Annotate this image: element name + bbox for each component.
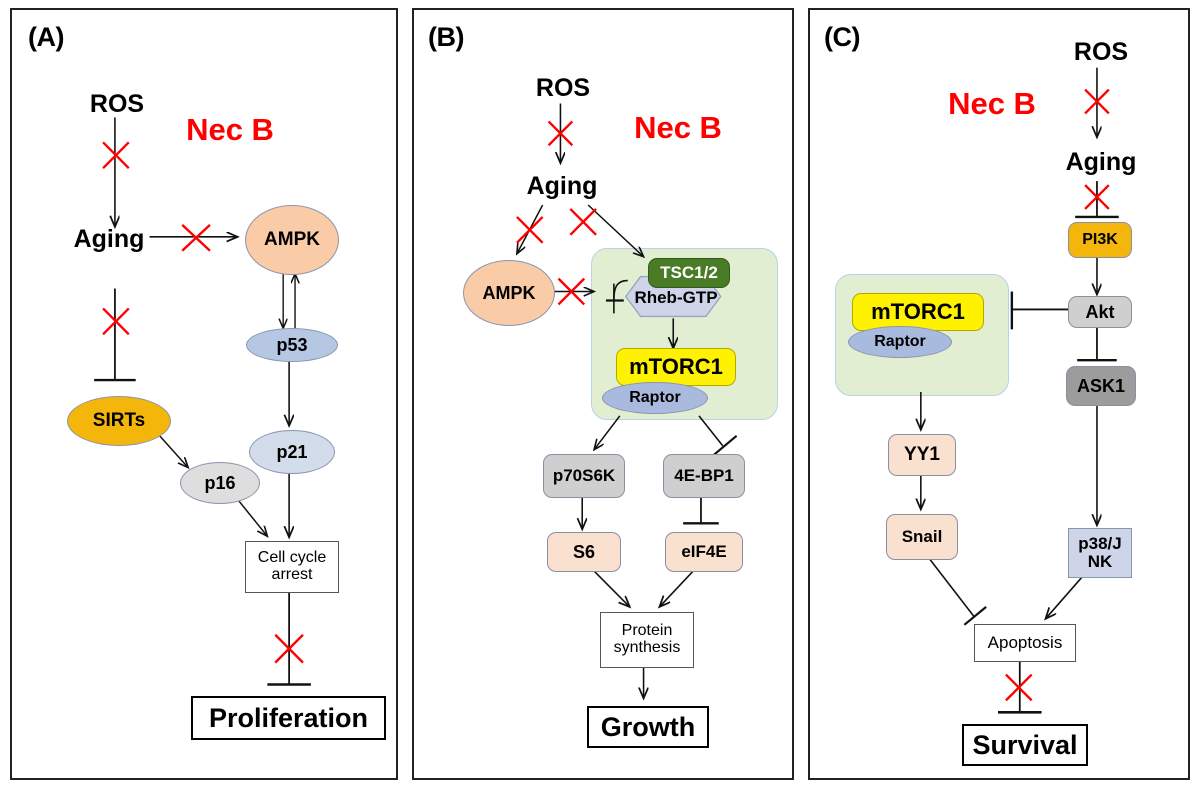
arrest-line-1: Cell cycle [257, 549, 327, 567]
node-mtorc1: mTORC1 [616, 348, 736, 386]
panel-b: (B) ROS Nec B Aging AMPK TSC1/2 Rheb-GTP… [412, 8, 794, 780]
node-s6: S6 [547, 532, 621, 572]
node-p53: p53 [246, 328, 338, 362]
panel-c-label: (C) [824, 22, 860, 52]
node-ampk: AMPK [463, 260, 555, 326]
p38-line-2: NK [1087, 552, 1113, 571]
node-ros: ROS [89, 89, 145, 118]
node-proliferation: Proliferation [191, 696, 386, 740]
p38-line-1: p38/J [1078, 534, 1122, 554]
protein-line-1: Protein [621, 622, 673, 640]
node-ros: ROS [1073, 37, 1129, 66]
arrest-line-2: arrest [271, 566, 313, 583]
panel-a: (A) ROS Nec B Aging AMPK p53 p21 SIRTs p… [10, 8, 398, 780]
node-snail: Snail [886, 514, 958, 560]
panel-a-label: (A) [28, 22, 64, 52]
necb-label: Nec B [948, 85, 1036, 121]
node-aging: Aging [526, 171, 598, 200]
node-cell-cycle-arrest: Cell cycle arrest [245, 541, 339, 593]
necb-label: Nec B [186, 111, 274, 147]
protein-line-2: synthesis [613, 639, 681, 656]
node-ros: ROS [535, 73, 591, 102]
node-raptor: Raptor [602, 382, 708, 414]
node-aging: Aging [73, 224, 145, 253]
necb-label: Nec B [634, 109, 722, 145]
node-aging: Aging [1065, 147, 1137, 176]
node-raptor: Raptor [848, 326, 952, 358]
node-sirts: SIRTs [67, 396, 171, 446]
figure-root: (A) ROS Nec B Aging AMPK p53 p21 SIRTs p… [0, 0, 1200, 796]
node-mtorc1: mTORC1 [852, 293, 984, 331]
node-akt: Akt [1068, 296, 1132, 328]
node-p70s6k: p70S6K [543, 454, 625, 498]
node-pi3k: PI3K [1068, 222, 1132, 258]
node-ask1: ASK1 [1066, 366, 1136, 406]
node-survival: Survival [962, 724, 1088, 766]
node-p16: p16 [180, 462, 260, 504]
node-eif4e: eIF4E [665, 532, 743, 572]
node-p21: p21 [249, 430, 335, 474]
node-yy1: YY1 [888, 434, 956, 476]
node-rheb-gtp: Rheb-GTP [634, 288, 718, 308]
node-apoptosis: Apoptosis [974, 624, 1076, 662]
node-p38-jnk: p38/J NK [1068, 528, 1132, 578]
node-growth: Growth [587, 706, 709, 748]
node-4e-bp1: 4E-BP1 [663, 454, 745, 498]
panel-b-label: (B) [428, 22, 464, 52]
node-ampk: AMPK [245, 205, 339, 275]
node-protein-synthesis: Protein synthesis [600, 612, 694, 668]
panel-c: (C) ROS Nec B Aging PI3K Akt ASK1 p38/J … [808, 8, 1190, 780]
